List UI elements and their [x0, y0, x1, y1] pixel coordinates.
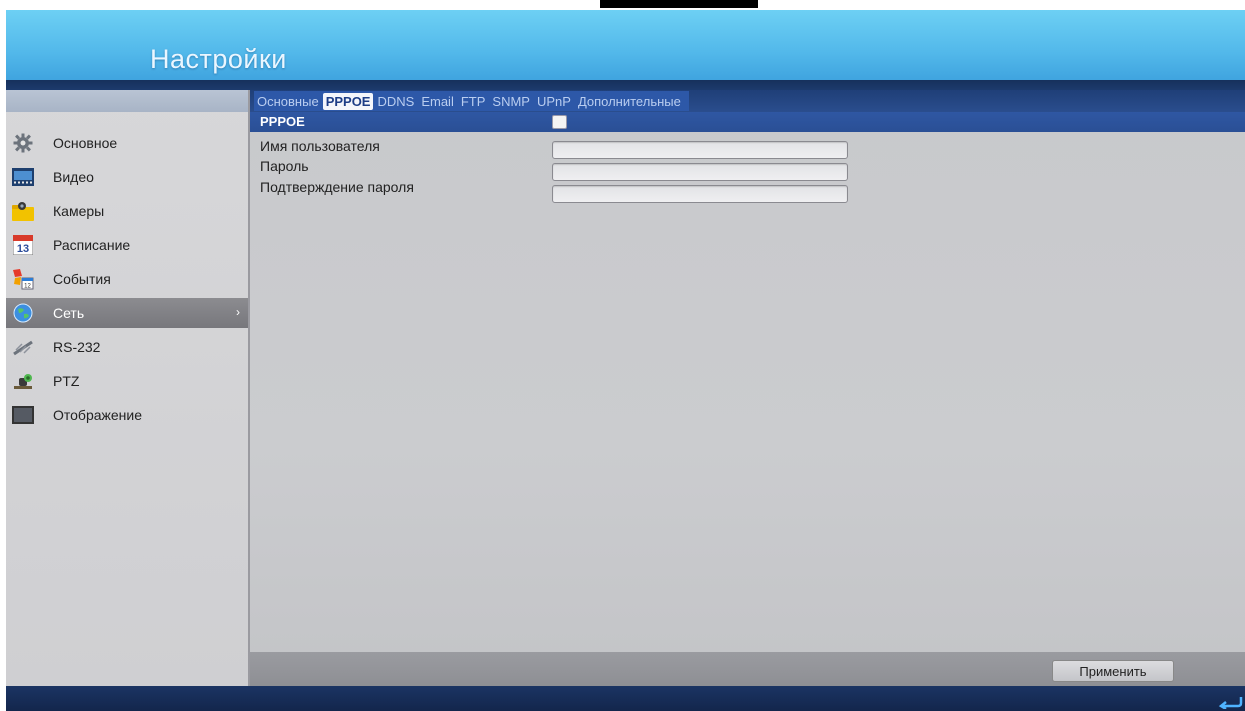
tab-advanced[interactable]: Дополнительные	[575, 93, 684, 110]
svg-text:13: 13	[17, 243, 29, 255]
username-label: Имя пользователя	[260, 138, 380, 154]
sidebar-item-schedule[interactable]: 13 Расписание	[6, 230, 248, 260]
screen: Настройки Основное Видео Камеры 13 Распи…	[0, 0, 1245, 711]
tab-general[interactable]: Основные	[254, 93, 322, 110]
tab-bar: Основные PPPOE DDNS Email FTP SNMP UPnP …	[250, 90, 1245, 112]
confirm-password-label: Подтверждение пароля	[260, 179, 414, 195]
bottom-bar	[6, 686, 1245, 711]
apply-button[interactable]: Применить	[1052, 660, 1174, 682]
tab-ddns[interactable]: DDNS	[374, 93, 417, 110]
password-label: Пароль	[260, 158, 309, 174]
pppoe-enable-row: PPPOE	[250, 112, 1245, 132]
display-monitor-icon	[12, 405, 34, 425]
sidebar-item-general[interactable]: Основное	[6, 128, 248, 158]
sidebar-item-ptz[interactable]: PTZ	[6, 366, 248, 396]
tab-upnp[interactable]: UPnP	[534, 93, 574, 110]
ptz-camera-icon	[12, 371, 34, 391]
tab-snmp[interactable]: SNMP	[489, 93, 533, 110]
back-arrow-icon[interactable]	[1217, 695, 1243, 711]
tab-list: Основные PPPOE DDNS Email FTP SNMP UPnP …	[254, 91, 689, 111]
sidebar-item-label: PTZ	[53, 373, 80, 389]
footer-bar: Применить	[250, 652, 1245, 686]
tab-email[interactable]: Email	[418, 93, 457, 110]
sidebar-item-cameras[interactable]: Камеры	[6, 196, 248, 226]
sidebar-item-network[interactable]: Сеть ›	[6, 298, 248, 328]
sidebar-item-label: Камеры	[53, 203, 105, 219]
svg-text:12: 12	[24, 284, 31, 290]
calendar-icon: 13	[12, 235, 34, 255]
username-field[interactable]	[552, 141, 848, 159]
sidebar-item-label: События	[53, 271, 111, 287]
confirm-password-field[interactable]	[552, 185, 848, 203]
chevron-right-icon: ›	[236, 305, 240, 319]
sidebar-item-label: Отображение	[53, 407, 143, 423]
tab-pppoe[interactable]: PPPOE	[322, 92, 374, 110]
sidebar-item-events[interactable]: 12 События	[6, 264, 248, 294]
camera-folder-icon	[12, 201, 34, 221]
main-panel: Основные PPPOE DDNS Email FTP SNMP UPnP …	[250, 90, 1245, 686]
sidebar-item-label: Сеть	[53, 305, 85, 321]
video-film-icon	[12, 167, 34, 187]
network-globe-icon	[12, 303, 34, 323]
sidebar: Основное Видео Камеры 13 Расписание 12 С…	[6, 90, 250, 686]
page-title: Настройки	[150, 44, 287, 74]
pppoe-enable-checkbox[interactable]	[552, 115, 567, 129]
sidebar-item-label: Основное	[53, 135, 118, 151]
password-field[interactable]	[552, 163, 848, 181]
sidebar-item-video[interactable]: Видео	[6, 162, 248, 192]
dvr-settings-window: Настройки Основное Видео Камеры 13 Распи…	[6, 10, 1245, 711]
pppoe-label: PPPOE	[260, 114, 305, 129]
sidebar-item-rs232[interactable]: RS-232	[6, 332, 248, 362]
sidebar-item-label: Расписание	[53, 237, 131, 253]
photo-edge-artifact	[600, 0, 758, 8]
tab-ftp[interactable]: FTP	[458, 93, 489, 110]
sidebar-item-label: RS-232	[53, 339, 101, 355]
sidebar-item-display[interactable]: Отображение	[6, 400, 248, 430]
event-flag-icon: 12	[12, 269, 34, 290]
sidebar-header-strip	[6, 90, 248, 112]
sidebar-item-label: Видео	[53, 169, 94, 185]
serial-port-icon	[12, 337, 34, 357]
gear-icon	[12, 133, 34, 153]
header: Настройки	[6, 10, 1245, 88]
